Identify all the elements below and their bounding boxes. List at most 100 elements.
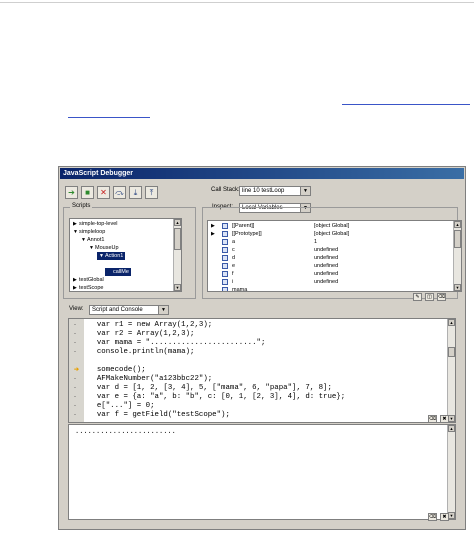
line-marker[interactable]: - — [74, 321, 78, 330]
variable-value: undefined — [314, 255, 339, 261]
scroll-thumb[interactable] — [448, 347, 455, 357]
variable-row[interactable]: e undefined — [208, 262, 454, 270]
window-title: JavaScript Debugger — [60, 168, 464, 179]
editor-scrollbar[interactable]: ▲ ▼ — [447, 319, 455, 422]
current-line-arrow-icon[interactable]: ➔ — [74, 366, 79, 375]
resume-button[interactable]: ➔ — [65, 186, 78, 199]
tree-node-label: Action1 — [105, 253, 124, 259]
call-stack-label: Call Stack: — [211, 187, 240, 193]
tree-node[interactable]: callMe — [105, 268, 131, 276]
clear-console-icon[interactable]: ⌫ — [428, 513, 437, 521]
tree-node-label: Annot1 — [87, 237, 105, 243]
scripts-panel: Scripts ▲ ▼ ▶ simple-top-level ▼simpleloop… — [63, 203, 196, 299]
pause-icon: ■ — [85, 187, 90, 197]
step-out-button[interactable]: ⤒ — [145, 186, 158, 199]
tree-node[interactable]: ▼Action1 — [97, 252, 126, 260]
variable-row[interactable]: mama — [208, 286, 454, 292]
script-editor[interactable]: ▲ ▼ - var r1 = new Array(1,2,3); - var r2… — [68, 318, 456, 423]
scripts-tree[interactable]: ▲ ▼ ▶ simple-top-level ▼simpleloop ▼Annot1 ▼… — [69, 218, 182, 292]
variable-name: mama — [232, 287, 248, 292]
variable-name: f — [232, 271, 234, 277]
line-marker[interactable]: - — [74, 411, 78, 420]
variable-name: d — [232, 255, 236, 261]
variable-icon — [222, 287, 228, 291]
console-output[interactable]: ........................ ▲ ▼ — [68, 424, 456, 520]
step-into-icon: ⤓ — [133, 187, 138, 197]
tree-node[interactable] — [105, 260, 111, 268]
variable-row[interactable]: a1 — [208, 238, 454, 246]
pause-button[interactable]: ■ — [81, 186, 94, 199]
scroll-up-icon[interactable]: ▲ — [454, 221, 461, 228]
step-out-icon: ⤒ — [149, 187, 154, 197]
clear-editor-icon[interactable]: ⌫ — [428, 415, 437, 423]
line-marker[interactable]: - — [74, 330, 78, 339]
scripts-scrollbar[interactable]: ▲ ▼ — [173, 219, 181, 291]
scroll-thumb[interactable] — [174, 228, 181, 250]
expand-arrow-icon[interactable]: ▶ — [211, 230, 215, 238]
tree-node[interactable]: ▼Annot1 — [81, 236, 104, 244]
variable-icon — [222, 231, 228, 237]
tree-node-label: testScope — [79, 285, 104, 291]
line-marker[interactable]: - — [74, 348, 78, 357]
variables-scrollbar[interactable]: ▲ ▼ — [453, 221, 461, 291]
watch-icon[interactable]: ◫ — [425, 293, 434, 301]
view-value: Script and Console — [92, 307, 143, 313]
variable-row[interactable]: i undefined — [208, 278, 454, 286]
variable-row[interactable]: c undefined — [208, 246, 454, 254]
code-line: e["..."] = 0; — [88, 402, 155, 410]
variable-name: e — [232, 263, 236, 269]
expand-arrow-icon[interactable]: ▶ — [211, 222, 215, 230]
variable-name: i — [232, 279, 234, 285]
step-over-icon: ⤼ — [115, 187, 124, 197]
tree-node[interactable]: ▶ simple-top-level — [73, 220, 118, 228]
tree-node[interactable]: ▼MouseUp — [89, 244, 119, 252]
call-stack-dropdown[interactable]: line 10 testLoop ▼ — [239, 186, 311, 196]
tree-node-label: callMe — [113, 269, 129, 275]
tree-node[interactable]: ▶ testScope — [73, 284, 104, 291]
variable-icon — [222, 263, 228, 269]
document-hyperlink-underline[interactable] — [342, 104, 470, 105]
view-dropdown[interactable]: Script and Console ▼ — [89, 305, 169, 315]
scripts-label: Scripts — [70, 203, 93, 209]
scroll-up-icon[interactable]: ▲ — [448, 319, 455, 326]
code-line: var r1 = new Array(1,2,3); — [88, 321, 213, 329]
quit-button[interactable]: ✕ — [97, 186, 110, 199]
scroll-down-icon[interactable]: ▼ — [454, 284, 461, 291]
trash-icon[interactable]: ✖ — [440, 513, 449, 521]
scroll-up-icon[interactable]: ▲ — [174, 219, 181, 226]
step-into-button[interactable]: ⤓ — [129, 186, 142, 199]
variable-value: undefined — [314, 263, 339, 269]
delete-icon[interactable]: ⌫ — [437, 293, 446, 301]
variable-value: undefined — [314, 271, 339, 277]
variable-name: a — [232, 239, 236, 245]
line-marker[interactable]: - — [74, 375, 78, 384]
variable-row[interactable]: d undefined — [208, 254, 454, 262]
line-marker[interactable]: - — [74, 402, 78, 411]
variable-value: [object Global] — [314, 223, 350, 229]
scroll-down-icon[interactable]: ▼ — [448, 415, 455, 422]
scroll-down-icon[interactable]: ▼ — [174, 284, 181, 291]
variable-name: [[Prototype]] — [232, 231, 262, 237]
line-marker[interactable]: - — [74, 393, 78, 402]
line-marker[interactable]: - — [74, 384, 78, 393]
tree-node[interactable]: ▼simpleloop — [73, 228, 105, 236]
variable-icon — [222, 271, 228, 277]
tree-node[interactable]: ▶ testGlobal — [73, 276, 104, 284]
variable-row[interactable]: ▶ [[Prototype]] [object Global] — [208, 230, 454, 238]
trash-icon[interactable]: ✖ — [440, 415, 449, 423]
document-hyperlink-underline-continued[interactable] — [68, 117, 150, 118]
variable-row[interactable]: ▶ [[Parent]] [object Global] — [208, 222, 454, 230]
variable-row[interactable]: f undefined — [208, 270, 454, 278]
call-stack-value: line 10 testLoop — [242, 188, 285, 194]
variables-list[interactable]: ▲ ▼ ▶ [[Parent]] [object Global] ▶ [[Prototy… — [207, 220, 462, 292]
line-marker[interactable]: - — [74, 339, 78, 348]
console-scrollbar[interactable]: ▲ ▼ — [447, 425, 455, 519]
edit-variable-icon[interactable]: ✎ — [413, 293, 422, 301]
scroll-up-icon[interactable]: ▲ — [448, 425, 455, 432]
inspect-panel: ▲ ▼ ▶ [[Parent]] [object Global] ▶ [[Prototy… — [202, 207, 462, 301]
scroll-down-icon[interactable]: ▼ — [448, 512, 455, 519]
step-over-button[interactable]: ⤼ — [113, 186, 126, 199]
tree-node-label: MouseUp — [95, 245, 119, 251]
scroll-thumb[interactable] — [454, 230, 461, 248]
chevron-down-icon: ▼ — [158, 306, 168, 314]
